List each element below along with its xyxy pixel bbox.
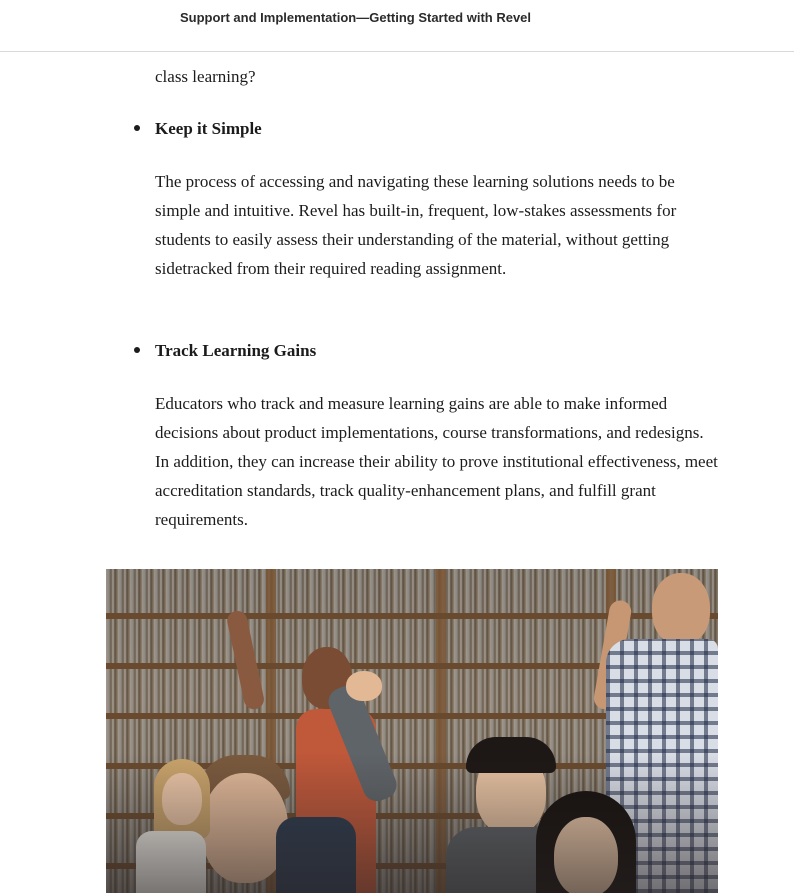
bullet-track-learning-gains: Track Learning Gains [134, 336, 316, 365]
top-header-bar: Support and Implementation—Getting Start… [0, 0, 794, 52]
section-body-keep-it-simple: The process of accessing and navigating … [155, 172, 677, 278]
previous-paragraph-last-line: class learning? [155, 67, 256, 86]
photo-shadow [106, 753, 718, 893]
bullet-dot-icon [134, 125, 140, 131]
bullet-keep-it-simple: Keep it Simple [134, 114, 262, 143]
article-content: class learning? Keep it Simple The proce… [0, 0, 794, 893]
chapter-title[interactable]: Support and Implementation—Getting Start… [180, 10, 531, 25]
section-body-track-learning-gains: Educators who track and measure learning… [155, 394, 718, 529]
section-heading: Keep it Simple [155, 119, 262, 138]
section-heading: Track Learning Gains [155, 341, 317, 360]
bullet-dot-icon [134, 347, 140, 353]
classroom-photo [106, 569, 718, 893]
